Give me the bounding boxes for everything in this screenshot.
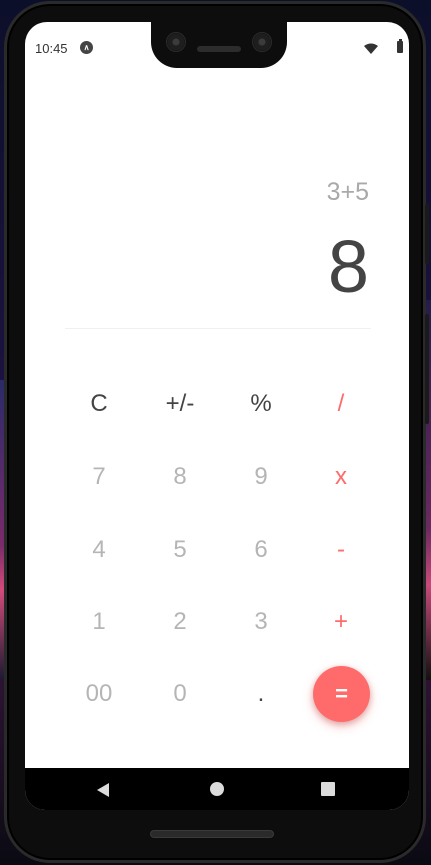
wifi-icon — [364, 43, 378, 54]
expression-text: 3+5 — [326, 178, 369, 206]
toggle-sign-button[interactable]: +/- — [150, 376, 210, 432]
back-icon[interactable] — [97, 783, 109, 797]
divide-button[interactable]: / — [311, 376, 371, 432]
home-icon[interactable] — [210, 782, 224, 796]
android-nav-bar — [25, 768, 409, 810]
add-button[interactable]: + — [311, 594, 371, 650]
result-text: 8 — [327, 225, 369, 308]
digit-4-button[interactable]: 4 — [69, 522, 129, 578]
digit-5-button[interactable]: 5 — [150, 522, 210, 578]
decimal-button[interactable]: . — [231, 666, 291, 722]
digit-6-button[interactable]: 6 — [231, 522, 291, 578]
digit-9-button[interactable]: 9 — [231, 449, 291, 505]
phone-frame: 10:45 ∧ 3+5 8 C +/- % / 7 8 9 x 4 5 6 - … — [4, 1, 429, 863]
bottom-speaker — [150, 830, 274, 838]
equals-button[interactable]: = — [313, 666, 370, 722]
calculator-display: 3+5 8 — [25, 70, 409, 332]
screen: 10:45 ∧ 3+5 8 C +/- % / 7 8 9 x 4 5 6 - … — [25, 22, 409, 810]
digit-1-button[interactable]: 1 — [69, 594, 129, 650]
multiply-button[interactable]: x — [311, 449, 371, 505]
volume-button — [425, 204, 429, 264]
digit-3-button[interactable]: 3 — [231, 594, 291, 650]
expo-app-icon: ∧ — [80, 41, 93, 54]
clear-button[interactable]: C — [69, 376, 129, 432]
power-button — [425, 314, 429, 424]
recents-icon[interactable] — [321, 782, 335, 796]
digit-8-button[interactable]: 8 — [150, 449, 210, 505]
digit-7-button[interactable]: 7 — [69, 449, 129, 505]
percent-button[interactable]: % — [231, 376, 291, 432]
status-time: 10:45 — [35, 41, 68, 56]
double-zero-button[interactable]: 00 — [69, 666, 129, 722]
notch — [151, 22, 287, 68]
battery-icon — [397, 39, 403, 53]
display-divider — [65, 328, 371, 329]
subtract-button[interactable]: - — [311, 522, 371, 578]
front-camera-icon — [166, 32, 186, 52]
earpiece-speaker — [197, 46, 241, 52]
digit-0-button[interactable]: 0 — [150, 666, 210, 722]
digit-2-button[interactable]: 2 — [150, 594, 210, 650]
front-camera-icon — [252, 32, 272, 52]
